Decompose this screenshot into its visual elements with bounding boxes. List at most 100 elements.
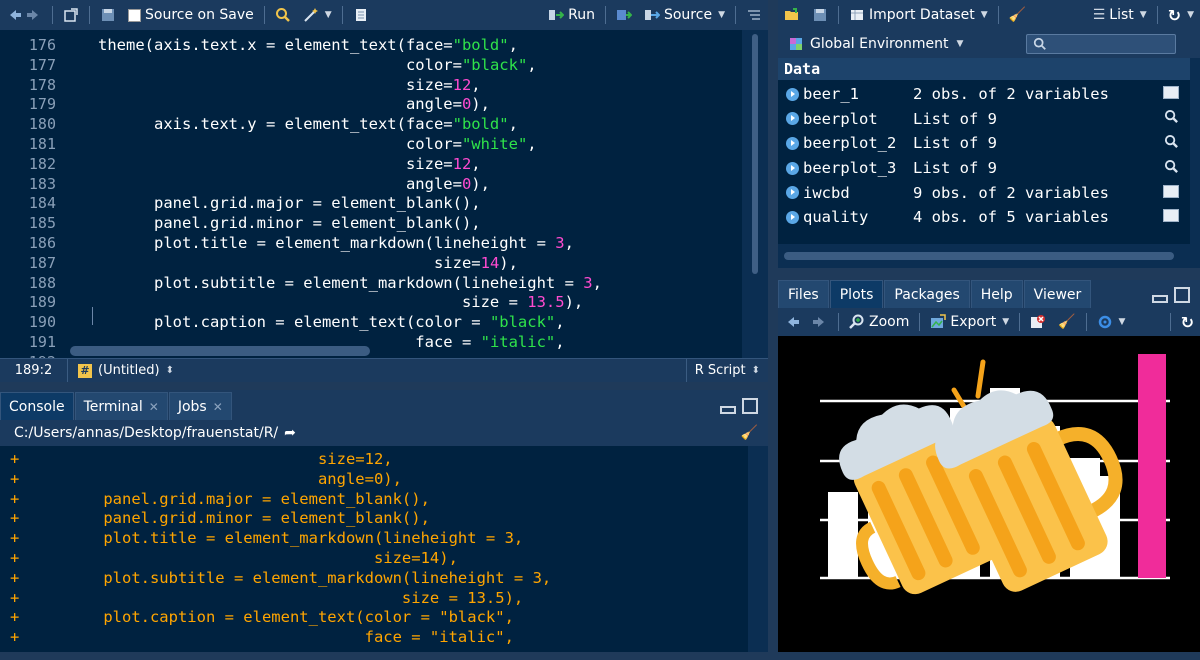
table-icon[interactable] xyxy=(1162,184,1180,202)
tab-console[interactable]: Console xyxy=(0,392,74,420)
expand-arrow-icon[interactable] xyxy=(786,87,799,101)
minimize-icon[interactable] xyxy=(720,406,736,414)
code-line[interactable]: size=12, xyxy=(98,76,481,96)
remove-plot-button[interactable] xyxy=(1024,308,1052,336)
console-output[interactable]: + size=12, + angle=0), + panel.grid.major … xyxy=(0,446,768,652)
updown-icon: ⬍ xyxy=(751,365,760,376)
console-vertical-scrollbar[interactable] xyxy=(748,446,768,652)
close-icon[interactable]: ✕ xyxy=(213,400,223,414)
refresh-plot-button[interactable]: ↻ xyxy=(1175,308,1200,336)
updown-icon: ⬍ xyxy=(165,365,174,376)
code-line[interactable]: size=14), xyxy=(98,254,518,274)
refresh-environment-button[interactable]: ↻ ▼ xyxy=(1162,0,1200,30)
compile-report-button[interactable] xyxy=(347,0,375,30)
code-line[interactable]: angle=0), xyxy=(98,175,490,195)
source-button[interactable]: Source ▼ xyxy=(638,0,731,30)
magnifier-icon[interactable] xyxy=(1162,109,1180,128)
clear-plots-button[interactable]: 🧹 xyxy=(1052,308,1081,336)
maximize-icon[interactable] xyxy=(742,398,758,414)
close-icon[interactable]: ✕ xyxy=(149,400,159,414)
back-forward-nav[interactable] xyxy=(0,0,48,30)
cursor-position: 189:2 xyxy=(0,359,68,382)
show-in-window-button[interactable] xyxy=(57,0,85,30)
publish-menu[interactable]: ▼ xyxy=(1091,308,1132,336)
environment-scope-menu[interactable]: Global Environment ▼ xyxy=(778,36,963,52)
file-type-menu[interactable]: R Script ⬍ xyxy=(685,359,768,382)
line-number: 177 xyxy=(28,55,56,74)
rerun-button[interactable] xyxy=(610,0,638,30)
code-line[interactable]: size = 13.5), xyxy=(98,293,583,313)
environment-object-row[interactable]: quality 4 obs. of 5 variables xyxy=(778,205,1190,230)
code-line[interactable]: color="white", xyxy=(98,135,537,155)
forward-arrow-icon[interactable] xyxy=(26,7,42,23)
table-icon[interactable] xyxy=(1162,208,1180,226)
maximize-icon[interactable] xyxy=(1174,287,1190,303)
document-outline-button[interactable] xyxy=(740,0,768,30)
window-bottom-edge xyxy=(0,652,1200,660)
magnifier-icon[interactable] xyxy=(1162,134,1180,153)
tab-jobs[interactable]: Jobs ✕ xyxy=(168,392,232,420)
file-scope-menu[interactable]: # (Untitled) ⬍ xyxy=(68,363,174,378)
expand-arrow-icon[interactable] xyxy=(786,112,799,126)
code-line[interactable]: color="black", xyxy=(98,56,537,76)
tab-terminal[interactable]: Terminal ✕ xyxy=(74,392,168,420)
code-line[interactable]: axis.text.y = element_text(face="bold", xyxy=(98,115,518,135)
tab-packages[interactable]: Packages xyxy=(884,280,970,308)
environment-horizontal-scrollbar[interactable] xyxy=(778,244,1200,268)
zoom-button[interactable]: Zoom xyxy=(843,308,915,336)
environment-object-row[interactable]: beerplot List of 9 xyxy=(778,107,1190,132)
environment-cube-icon xyxy=(790,38,802,50)
code-tools-button[interactable]: ▼ xyxy=(297,0,338,30)
source-on-save-checkbox[interactable] xyxy=(128,8,141,22)
code-line[interactable]: panel.grid.minor = element_blank(), xyxy=(98,214,481,234)
expand-arrow-icon[interactable] xyxy=(786,136,799,150)
table-icon[interactable] xyxy=(1162,85,1180,103)
expand-arrow-icon[interactable] xyxy=(786,186,799,200)
tab-help[interactable]: Help xyxy=(970,280,1023,308)
export-menu[interactable]: Export ▼ xyxy=(924,308,1015,336)
code-line[interactable]: size=12, xyxy=(98,155,481,175)
run-button[interactable]: Run xyxy=(542,0,601,30)
environment-vertical-scrollbar[interactable] xyxy=(1190,58,1200,244)
code-line[interactable]: plot.subtitle = element_markdown(linehei… xyxy=(98,274,602,294)
plot-forward-button[interactable] xyxy=(806,308,834,336)
tab-viewer[interactable]: Viewer xyxy=(1023,280,1092,308)
code-editor[interactable]: 176 177 178 179 180 181 182 183 184 185 186 187 188 1… xyxy=(0,30,768,358)
back-arrow-icon[interactable] xyxy=(6,7,22,23)
code-line[interactable]: panel.grid.major = element_blank(), xyxy=(98,194,481,214)
editor-status-bar: 189:2 # (Untitled) ⬍ R Script ⬍ xyxy=(0,358,768,382)
tab-plots[interactable]: Plots xyxy=(829,280,884,308)
view-mode-menu[interactable]: ☰ List ▼ xyxy=(1087,0,1153,30)
code-line[interactable]: plot.title = element_markdown(lineheight… xyxy=(98,234,574,254)
editor-vertical-scrollbar[interactable] xyxy=(742,30,768,358)
editor-horizontal-scrollbar[interactable] xyxy=(70,346,370,356)
plot-back-button[interactable] xyxy=(778,308,806,336)
code-line[interactable]: plot.caption = element_text(color = "bla… xyxy=(98,313,565,333)
broom-icon[interactable]: 🧹 xyxy=(741,425,758,441)
save-button[interactable] xyxy=(94,0,122,30)
environment-object-row[interactable]: beerplot_2 List of 9 xyxy=(778,131,1190,156)
number-token: 13.5 xyxy=(527,293,565,312)
code-line[interactable]: angle=0), xyxy=(98,95,490,115)
save-workspace-button[interactable] xyxy=(806,0,834,30)
environment-object-row[interactable]: beerplot_3 List of 9 xyxy=(778,156,1190,181)
source-on-save-toggle[interactable]: Source on Save xyxy=(122,0,260,30)
magnifier-icon[interactable] xyxy=(1162,159,1180,178)
goto-directory-icon[interactable]: ➦ xyxy=(284,425,296,441)
load-workspace-button[interactable] xyxy=(778,0,806,30)
open-folder-icon xyxy=(785,8,798,20)
import-dataset-button[interactable]: Import Dataset ▼ xyxy=(843,0,994,30)
find-button[interactable] xyxy=(269,0,297,30)
minimize-icon[interactable] xyxy=(1152,295,1168,303)
clear-workspace-button[interactable]: 🧹 xyxy=(1003,0,1032,30)
code-line[interactable]: theme(axis.text.x = element_text(face="b… xyxy=(98,36,518,56)
run-arrow-icon xyxy=(549,10,565,20)
environment-object-row[interactable]: iwcbd 9 obs. of 2 variables xyxy=(778,180,1190,205)
expand-arrow-icon[interactable] xyxy=(786,210,799,224)
pane-divider[interactable] xyxy=(768,0,778,660)
environment-search-input[interactable] xyxy=(1026,34,1176,54)
environment-object-row[interactable]: beer_1 2 obs. of 2 variables xyxy=(778,82,1190,107)
expand-arrow-icon[interactable] xyxy=(786,161,799,175)
plots-toolbar: Zoom Export ▼ 🧹 ▼ ↻ xyxy=(778,308,1200,336)
tab-files[interactable]: Files xyxy=(778,280,829,308)
